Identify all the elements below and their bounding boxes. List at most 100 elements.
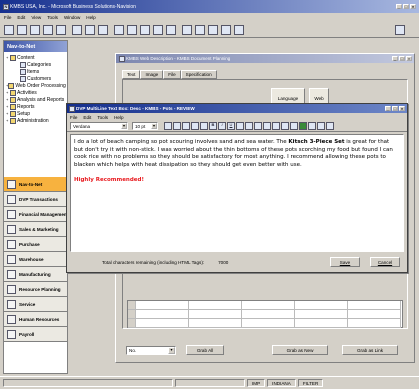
align-right-icon[interactable] (254, 122, 262, 130)
last-record-icon[interactable] (221, 24, 231, 35)
tree-item[interactable]: + Content (6, 54, 65, 61)
grab-as-link-button[interactable]: Grab as Link (342, 345, 398, 355)
tree-item[interactable]: + Administration (6, 117, 65, 124)
tab-image[interactable]: Image (140, 70, 164, 79)
module-button[interactable]: Payroll (4, 327, 67, 342)
module-button[interactable]: Service (4, 297, 67, 312)
grid-cell[interactable] (128, 301, 136, 310)
grid-cell[interactable] (348, 319, 401, 328)
editor-menu-tools[interactable]: Tools (97, 115, 108, 120)
tab-file[interactable]: File (163, 70, 181, 79)
grid-row[interactable] (128, 310, 402, 319)
editor-menu-help[interactable]: Help (114, 115, 123, 120)
size-select[interactable]: 10 pt ▾ (132, 122, 158, 130)
grid-cell[interactable] (242, 319, 295, 328)
tree-item[interactable]: Categories (6, 61, 65, 68)
minimize-icon[interactable]: _ (396, 4, 402, 9)
spell-check-icon[interactable] (281, 122, 289, 130)
grid-cell[interactable] (242, 310, 295, 319)
grab-as-new-button[interactable]: Grab as New (272, 345, 328, 355)
editor-menu-file[interactable]: File (70, 115, 77, 120)
grid-cell[interactable] (348, 310, 401, 319)
grid-cell[interactable] (189, 319, 242, 328)
save-icon[interactable] (17, 24, 27, 35)
font-select[interactable]: Verdana ▾ (70, 122, 128, 130)
save-button[interactable]: Save (330, 257, 360, 267)
item-window-maximize-icon[interactable]: □ (399, 56, 405, 61)
copy-icon[interactable] (173, 122, 181, 130)
grid-cell[interactable] (295, 319, 348, 328)
cut-icon[interactable] (72, 24, 82, 35)
close-icon[interactable]: × (410, 4, 416, 9)
grab-all-button[interactable]: Grab All (186, 345, 224, 355)
item-window-close-icon[interactable]: × (406, 56, 412, 61)
module-button[interactable]: Nav-to-Net (4, 177, 67, 192)
tree-item[interactable]: + Web Order Processing (6, 82, 66, 89)
menu-file[interactable]: File (4, 15, 11, 20)
tree-item[interactable]: Items (6, 68, 65, 75)
tree-item[interactable]: Customers (6, 75, 65, 82)
cut-icon[interactable] (164, 122, 172, 130)
align-left-icon[interactable] (236, 122, 244, 130)
module-button[interactable]: Human Resources (4, 312, 67, 327)
module-button[interactable]: Manufacturing (4, 267, 67, 282)
tree-item[interactable]: + Setup (6, 110, 65, 117)
tree-item[interactable]: + Activities (6, 89, 65, 96)
menu-tools[interactable]: Tools (47, 15, 58, 20)
bold-icon[interactable]: B (209, 122, 217, 130)
item-window-minimize-icon[interactable]: _ (392, 56, 398, 61)
help-icon[interactable] (234, 24, 244, 35)
bullet-list-icon[interactable] (263, 122, 271, 130)
align-center-icon[interactable] (245, 122, 253, 130)
help-icon[interactable] (326, 122, 334, 130)
first-record-icon[interactable] (182, 24, 192, 35)
redo-icon[interactable] (200, 122, 208, 130)
preview-icon[interactable] (43, 24, 53, 35)
color-icon[interactable] (299, 122, 307, 130)
list-icon[interactable] (127, 24, 137, 35)
paste-icon[interactable] (182, 122, 190, 130)
editor-menu-edit[interactable]: Edit (83, 115, 91, 120)
insert-link-icon[interactable] (308, 122, 316, 130)
module-button[interactable]: DVP Transactions (4, 192, 67, 207)
undo-icon[interactable] (191, 122, 199, 130)
module-button[interactable]: Resource Planning (4, 282, 67, 297)
menu-window[interactable]: Window (64, 15, 80, 20)
find-icon[interactable] (114, 24, 124, 35)
insert-image-icon[interactable] (317, 122, 325, 130)
module-button[interactable]: Purchase (4, 237, 67, 252)
next-record-icon[interactable] (208, 24, 218, 35)
grid-cell[interactable] (348, 301, 401, 310)
module-button[interactable]: Sales & Marketing (4, 222, 67, 237)
editor-text-area[interactable]: I do a lot of beach camping so pot scour… (70, 134, 404, 252)
italic-icon[interactable]: I (218, 122, 226, 130)
cancel-button[interactable]: Cancel (370, 257, 400, 267)
numbered-list-icon[interactable] (272, 122, 280, 130)
menu-view[interactable]: View (31, 15, 41, 20)
filter-icon[interactable] (153, 24, 163, 35)
grid-cell[interactable] (295, 301, 348, 310)
menu-help[interactable]: Help (86, 15, 95, 20)
size-chevron-down-icon[interactable]: ▾ (151, 123, 157, 129)
previous-record-icon[interactable] (195, 24, 205, 35)
module-button[interactable]: Financial Management (4, 207, 67, 222)
tab-specification[interactable]: Specification (180, 70, 217, 79)
chevron-down-icon[interactable]: ▾ (168, 346, 175, 354)
paste-icon[interactable] (98, 24, 108, 35)
grid-cell[interactable] (136, 301, 189, 310)
print-icon[interactable] (30, 24, 40, 35)
grid-cell[interactable] (136, 310, 189, 319)
grid-row[interactable] (128, 319, 402, 328)
navigation-icon[interactable] (395, 24, 405, 35)
open-icon[interactable] (4, 24, 14, 35)
module-button[interactable]: Warehouse (4, 252, 67, 267)
underline-icon[interactable]: U (227, 122, 235, 130)
line-grid[interactable] (127, 300, 403, 328)
field-icon[interactable] (166, 24, 176, 35)
field-select[interactable]: No. ▾ (126, 345, 176, 355)
maximize-icon[interactable]: □ (403, 4, 409, 9)
undo-icon[interactable] (56, 24, 66, 35)
grid-cell[interactable] (128, 319, 136, 328)
grid-cell[interactable] (242, 301, 295, 310)
editor-minimize-icon[interactable]: _ (385, 106, 391, 111)
